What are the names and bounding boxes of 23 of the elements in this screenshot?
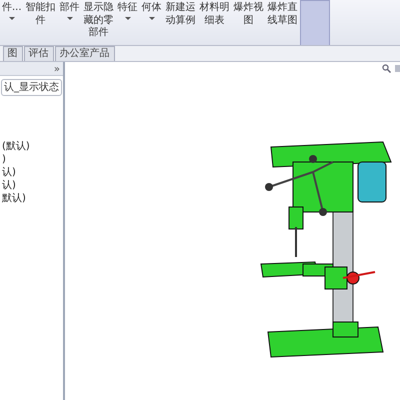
tree-item[interactable]: 认) [0, 179, 63, 192]
tab[interactable]: 评估 [24, 46, 54, 61]
ribbon-button[interactable]: 件... [0, 0, 24, 45]
view-icon[interactable] [394, 64, 400, 73]
tree-item[interactable]: ) [0, 153, 63, 166]
ribbon-button[interactable]: 爆炸直 线草图 [266, 0, 300, 45]
ribbon-button[interactable]: 爆炸视 图 [232, 0, 266, 45]
ribbon-button[interactable]: 部件 [58, 0, 82, 45]
tree-item[interactable]: 认) [0, 166, 63, 179]
tab[interactable]: 图 [2, 46, 22, 61]
ribbon-button[interactable]: 新建运 动算例 [164, 0, 198, 45]
collapse-button[interactable]: » [54, 62, 63, 75]
ribbon-button[interactable]: 何体 [140, 0, 164, 45]
ribbon-button[interactable]: 特征 [116, 0, 140, 45]
tree-item[interactable]: 默认) [0, 192, 63, 205]
tree-item[interactable]: (默认) [0, 140, 63, 153]
ribbon-button[interactable]: 智能扣 件 [24, 0, 58, 45]
configuration-field[interactable]: 认_显示状态 [1, 79, 62, 96]
tab[interactable]: 办公室产品 [54, 46, 114, 61]
zoom-icon[interactable] [382, 64, 391, 73]
ribbon-button[interactable]: 材料明 细表 [198, 0, 232, 45]
ribbon-button[interactable]: 显示隐 藏的零 部件 [82, 0, 116, 45]
ribbon-button[interactable] [300, 0, 330, 45]
